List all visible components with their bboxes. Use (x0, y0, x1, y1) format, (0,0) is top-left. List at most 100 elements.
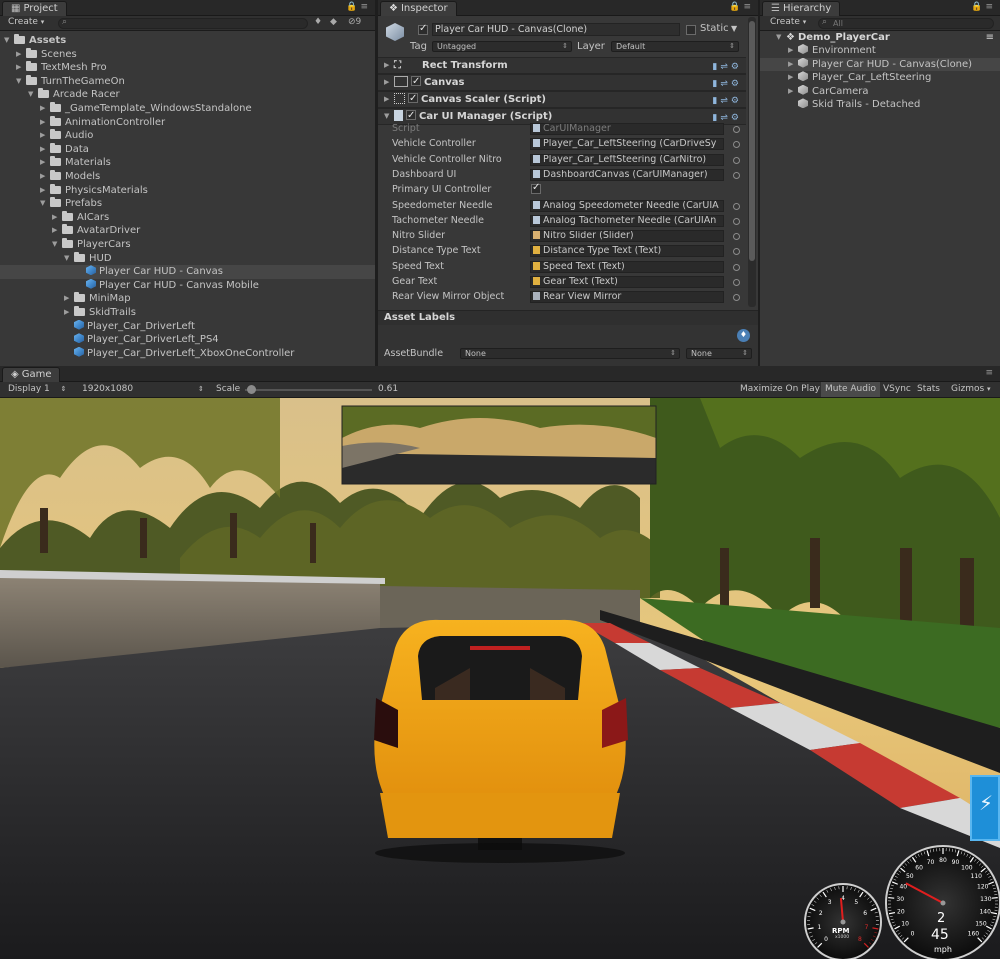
object-reference-field[interactable]: Nitro Slider (Slider) (530, 230, 724, 243)
foldout-closed-icon[interactable]: ▶ (16, 61, 26, 74)
project-folder-item[interactable]: ▼ Prefabs (0, 197, 375, 211)
foldout-closed-icon[interactable]: ▶ (788, 71, 798, 84)
object-picker-icon[interactable] (733, 248, 740, 256)
foldout-closed-icon[interactable]: ▶ (788, 58, 798, 71)
inspector-scrollbar[interactable] (748, 17, 756, 307)
project-folder-item[interactable]: ▶ SkidTrails (0, 306, 375, 320)
scale-slider-thumb[interactable] (247, 385, 257, 394)
component-enabled-checkbox[interactable] (408, 91, 418, 106)
foldout-closed-icon[interactable]: ▶ (40, 143, 50, 156)
layer-dropdown[interactable]: Default (611, 41, 739, 52)
foldout-arrow-icon[interactable]: ▶ (384, 92, 394, 107)
foldout-closed-icon[interactable]: ▶ (40, 156, 50, 169)
project-prefab-item[interactable]: Player_Car_DriverLeft_PS4 (0, 333, 375, 347)
active-checkbox[interactable] (418, 23, 428, 35)
hierarchy-item[interactable]: ▶ Player Car HUD - Canvas(Clone) (760, 57, 1000, 72)
preset-icon[interactable]: ⇌ (720, 62, 731, 72)
object-reference-field[interactable]: Speed Text (Text) (530, 260, 724, 273)
preset-icon[interactable]: ⇌ (720, 79, 731, 89)
create-button[interactable]: Create ▾ (8, 17, 44, 30)
object-picker-icon[interactable] (733, 279, 740, 286)
primary-ui-checkbox[interactable] (531, 182, 541, 195)
game-panel-menu[interactable]: ≡ (985, 368, 996, 378)
resolution-dropdown[interactable]: 1920x1080 ⇕ (82, 384, 204, 394)
project-folder-item[interactable]: ▼ Assets (0, 34, 375, 48)
hierarchy-panel-menu[interactable]: 🔒≡ (971, 2, 996, 12)
hierarchy-item[interactable]: ▶ CarCamera (760, 84, 1000, 99)
component-icons[interactable]: ▮⇌⚙ (712, 60, 742, 75)
foldout-closed-icon[interactable]: ▶ (40, 129, 50, 142)
tab-inspector[interactable]: ❖ Inspector (380, 1, 457, 16)
scene-menu-icon[interactable]: ≡ (986, 31, 994, 44)
foldout-open-icon[interactable]: ▼ (28, 88, 38, 101)
static-checkbox[interactable] (686, 25, 696, 35)
object-reference-field[interactable]: Rear View Mirror (530, 291, 724, 304)
project-prefab-item[interactable]: Player_Car_DriverLeft_XboxOneController (0, 346, 375, 361)
project-prefab-item[interactable]: Player_Car_DriverLeft (0, 319, 375, 334)
foldout-closed-icon[interactable]: ▶ (64, 292, 74, 305)
project-panel-menu[interactable]: 🔒≡ (346, 2, 371, 12)
project-folder-item[interactable]: ▶ Scenes (0, 47, 375, 62)
panel-menu-icon[interactable]: ≡ (985, 368, 996, 378)
tab-game[interactable]: ◈ Game (2, 367, 61, 382)
object-picker-icon[interactable] (733, 202, 740, 210)
object-reference-field[interactable]: Gear Text (Text) (530, 276, 724, 288)
foldout-closed-icon[interactable]: ▶ (40, 184, 50, 197)
search-input[interactable] (58, 17, 308, 29)
hidden-count-button[interactable]: ⊘9 (348, 17, 361, 30)
object-reference-field[interactable]: DashboardCanvas (CarUIManager) (530, 168, 724, 181)
panel-menu-icon[interactable]: ≡ (743, 2, 754, 12)
asset-bundle-variant-dropdown[interactable]: None (686, 348, 752, 359)
project-folder-item[interactable]: ▶ Data (0, 142, 375, 157)
tab-hierarchy[interactable]: ☰ Hierarchy (762, 1, 841, 16)
panel-menu-icon[interactable]: ≡ (360, 2, 371, 12)
hierarchy-search-input[interactable]: All (818, 17, 994, 29)
foldout-closed-icon[interactable]: ▶ (788, 44, 798, 57)
foldout-closed-icon[interactable]: ▶ (52, 211, 62, 224)
project-folder-item[interactable]: ▶ Models (0, 170, 375, 184)
object-picker-icon[interactable] (733, 156, 740, 164)
lock-icon[interactable]: 🔒 (971, 2, 985, 12)
component-icons[interactable]: ▮⇌⚙ (712, 94, 742, 109)
project-folder-item[interactable]: ▶ Audio (0, 129, 375, 143)
project-folder-item[interactable]: ▼ PlayerCars (0, 238, 375, 252)
foldout-closed-icon[interactable]: ▶ (40, 116, 50, 129)
scale-slider[interactable] (245, 385, 372, 394)
component-canvas-scaler[interactable]: ▶ Canvas Scaler (Script) ▮⇌⚙ (378, 91, 746, 108)
project-folder-item[interactable]: ▶ _GameTemplate_WindowsStandalone (0, 102, 375, 116)
object-picker-icon[interactable] (733, 294, 740, 302)
project-folder-item[interactable]: ▶ Materials (0, 156, 375, 170)
object-picker-icon[interactable] (733, 217, 740, 225)
object-reference-field[interactable]: Analog Speedometer Needle (CarUIA (530, 199, 724, 212)
static-dropdown-icon[interactable]: ▼ (731, 24, 737, 33)
gizmos-dropdown[interactable]: Gizmos ▾ (947, 382, 995, 397)
mute-audio-toggle[interactable]: Mute Audio (821, 382, 880, 397)
project-folder-item[interactable]: ▶ AICars (0, 210, 375, 225)
component-enabled-checkbox[interactable] (406, 108, 416, 123)
component-icons[interactable]: ▮⇌⚙ (712, 77, 742, 92)
object-reference-field[interactable]: Distance Type Text (Text) (530, 245, 724, 258)
filter-type-icon[interactable]: ♦ (314, 17, 322, 30)
component-enabled-checkbox[interactable] (411, 74, 421, 89)
tag-dropdown[interactable]: Untagged (432, 41, 572, 52)
object-name-field[interactable]: Player Car HUD - Canvas(Clone) (432, 23, 680, 36)
component-rect-transform[interactable]: ▶ ⛶ Rect Transform ▮⇌⚙ (378, 57, 746, 74)
object-picker-icon[interactable] (733, 263, 740, 271)
foldout-open-icon[interactable]: ▼ (52, 238, 62, 251)
panel-menu-icon[interactable]: ≡ (985, 2, 996, 12)
display-dropdown[interactable]: Display 1 ⇕ (8, 384, 67, 394)
asset-bundle-dropdown[interactable]: None (460, 348, 680, 359)
lock-icon[interactable]: 🔒 (346, 2, 360, 12)
project-prefab-item[interactable]: Player Car HUD - Canvas Mobile (0, 278, 375, 293)
foldout-open-icon[interactable]: ▼ (40, 197, 50, 210)
foldout-closed-icon[interactable]: ▶ (64, 306, 74, 319)
object-picker-icon[interactable] (733, 141, 740, 149)
foldout-arrow-icon[interactable]: ▶ (384, 75, 394, 90)
foldout-closed-icon[interactable]: ▶ (40, 102, 50, 115)
inspector-panel-menu[interactable]: 🔒≡ (729, 2, 754, 12)
project-folder-item[interactable]: ▼ HUD (0, 251, 375, 266)
gear-icon[interactable]: ⚙ (731, 62, 742, 72)
gear-icon[interactable]: ⚙ (731, 79, 742, 89)
project-folder-item[interactable]: ▶ PhysicsMaterials (0, 183, 375, 198)
foldout-closed-icon[interactable]: ▶ (788, 85, 798, 98)
